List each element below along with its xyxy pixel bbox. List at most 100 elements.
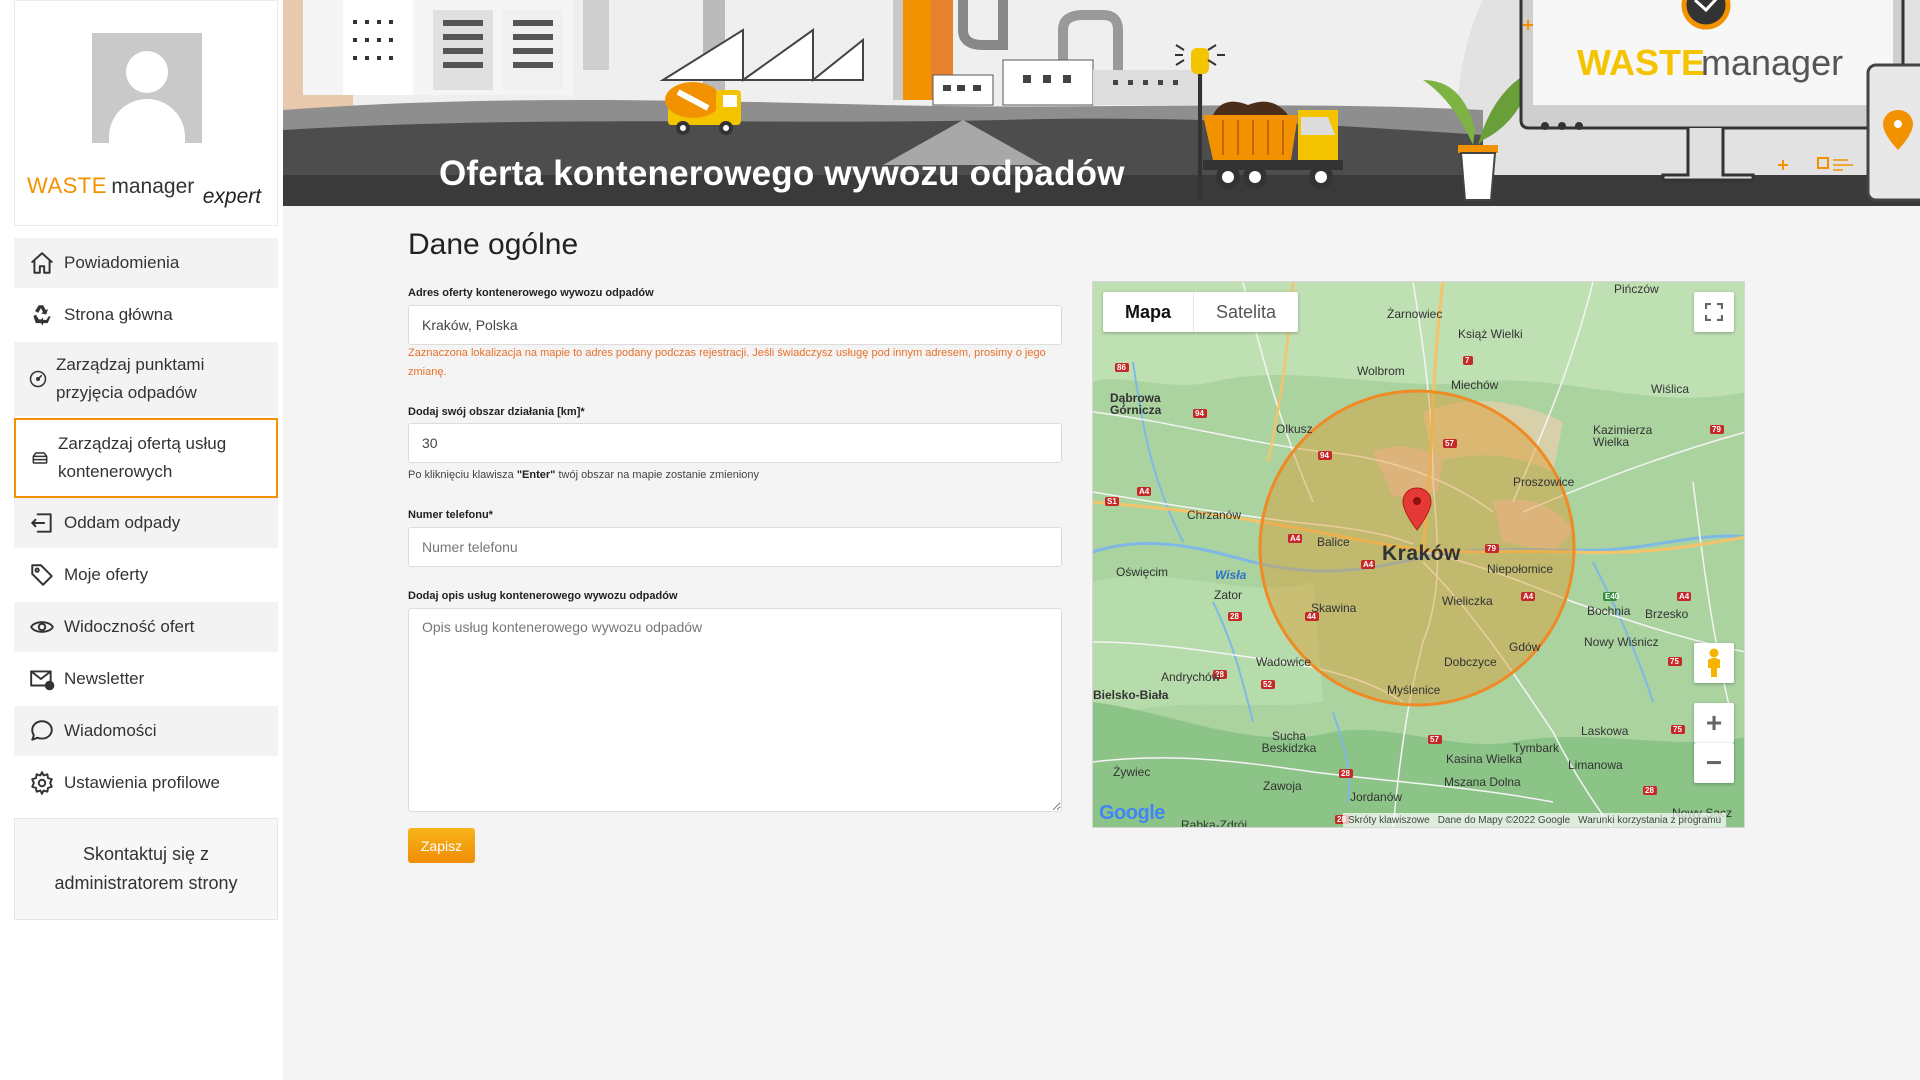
svg-text:A4: A4 xyxy=(1363,560,1374,569)
sidebar-item-label: Moje oferty xyxy=(64,565,149,584)
gear-icon xyxy=(14,770,64,796)
svg-text:28: 28 xyxy=(1645,786,1654,795)
svg-text:75: 75 xyxy=(1673,725,1682,734)
logo[interactable]: WASTE manager expert xyxy=(27,173,261,208)
keyboard-shortcuts-link[interactable]: Skróty klawiszowe xyxy=(1348,815,1430,826)
map-place-label: Kasina Wielka xyxy=(1446,752,1523,766)
map-place-label: Niepołomice xyxy=(1487,562,1554,576)
profile-card: WASTE manager expert xyxy=(14,0,278,226)
map-place-label: Książ Wielki xyxy=(1458,327,1523,341)
map-place-label: Limanowa xyxy=(1568,758,1623,772)
phone-label: Numer telefonu* xyxy=(408,509,493,521)
phone-input[interactable] xyxy=(408,527,1062,567)
svg-text:A4: A4 xyxy=(1290,534,1301,543)
svg-text:57: 57 xyxy=(1430,735,1439,744)
map-place-label: Sucha Beskidzka xyxy=(1261,729,1317,755)
svg-text:A4: A4 xyxy=(1679,592,1690,601)
zoom-out-button[interactable]: − xyxy=(1694,743,1734,783)
map-place-label: Zawoja xyxy=(1263,779,1302,793)
map-place-label: Laskowa xyxy=(1581,724,1629,738)
map-place-label: Wiślica xyxy=(1651,382,1689,396)
page-banner-title: Oferta kontenerowego wywozu odpadów xyxy=(439,154,1125,193)
sidebar: WASTE manager expert Powiadomienia Stron… xyxy=(0,0,283,1080)
fullscreen-button[interactable] xyxy=(1694,292,1734,332)
pegman-icon xyxy=(1708,648,1720,677)
address-note: Zaznaczona lokalizacja na mapie to adres… xyxy=(408,347,1046,378)
map-place-label: Żarnowiec xyxy=(1387,307,1443,321)
minus-icon: − xyxy=(1705,747,1723,778)
sidebar-item-collection-points[interactable]: Zarządzaj punktami przyjęcia odpadów xyxy=(14,342,278,418)
sidebar-item-label: Powiadomienia xyxy=(64,253,180,272)
map-type-tabs: Mapa Satelita xyxy=(1103,292,1299,332)
sidebar-item-container-offer[interactable]: Zarządzaj ofertą usług kontenerowych xyxy=(14,418,278,498)
address-input[interactable] xyxy=(408,305,1062,345)
banner-brand-manager: manager xyxy=(1701,42,1843,83)
map-attribution: Skróty klawiszowe Dane do Mapy ©2022 Goo… xyxy=(1343,813,1727,827)
svg-text:94: 94 xyxy=(1195,409,1204,418)
map-river-label: Wisła xyxy=(1215,568,1247,582)
svg-text:A4: A4 xyxy=(1139,487,1150,496)
map-place-label: Brzesko xyxy=(1645,607,1689,621)
sidebar-item-messages[interactable]: Wiadomości xyxy=(14,706,278,758)
address-label: Adres oferty kontenerowego wywozu odpadó… xyxy=(408,287,654,299)
description-label: Dodaj opis usług kontenerowego wywozu od… xyxy=(408,590,678,602)
container-icon xyxy=(16,448,58,468)
svg-text:28: 28 xyxy=(1230,612,1239,621)
svg-text:E40: E40 xyxy=(1605,592,1620,601)
save-button[interactable]: Zapisz xyxy=(408,828,475,863)
sidebar-item-label: Oddam odpady xyxy=(64,513,181,532)
radius-input[interactable] xyxy=(408,423,1062,463)
map-place-label: Kazimierza Wielka xyxy=(1593,423,1653,449)
contact-admin-card[interactable]: Skontaktuj się z administratorem strony xyxy=(14,818,278,920)
map-place-label: Bochnia xyxy=(1587,604,1631,618)
map-place-label: Dobczyce xyxy=(1444,655,1497,669)
map-place-label: Rabka-Zdrój xyxy=(1181,818,1248,828)
avatar[interactable] xyxy=(92,33,202,143)
map-place-label: Gdów xyxy=(1509,640,1541,654)
chat-bubble-icon xyxy=(14,718,64,744)
zoom-in-button[interactable]: + xyxy=(1694,703,1734,743)
sidebar-item-notifications[interactable]: Powiadomienia xyxy=(14,238,278,290)
map-place-label: Nowy Wiśnicz xyxy=(1584,635,1659,649)
header-banner: WASTE manager Oferta kontenerowego wywoz… xyxy=(283,0,1920,206)
map-place-label: Proszowice xyxy=(1513,475,1575,489)
svg-text:28: 28 xyxy=(1341,769,1350,778)
map-place-label: Olkusz xyxy=(1276,422,1313,436)
sidebar-item-home[interactable]: Strona główna xyxy=(14,290,278,342)
svg-text:86: 86 xyxy=(1117,363,1126,372)
map-place-label: Oświęcim xyxy=(1116,565,1169,579)
map-place-label: Wadowice xyxy=(1256,655,1311,669)
banner-brand-waste: WASTE xyxy=(1577,42,1705,83)
map-place-label: Wieliczka xyxy=(1442,594,1493,608)
fullscreen-icon xyxy=(1705,303,1723,321)
sidebar-item-give-away[interactable]: Oddam odpady xyxy=(14,498,278,550)
map-data-text: Dane do Mapy ©2022 Google xyxy=(1437,814,1571,826)
map-place-label: Myślenice xyxy=(1387,683,1441,697)
map-place-label: Balice xyxy=(1317,535,1350,549)
eye-icon xyxy=(14,614,64,640)
map[interactable]: 86 94 94 57 7 79 S1 A4 A4 A4 79 A4 44 28… xyxy=(1092,281,1745,828)
section-title: Dane ogólne xyxy=(408,228,579,261)
sidebar-item-label: Wiadomości xyxy=(64,721,157,740)
home-icon xyxy=(14,250,64,276)
svg-text:57: 57 xyxy=(1445,439,1454,448)
plus-icon: + xyxy=(1705,707,1723,738)
svg-text:79: 79 xyxy=(1487,544,1496,553)
svg-text:S1: S1 xyxy=(1107,497,1117,506)
sidebar-item-visibility[interactable]: Widoczność ofert xyxy=(14,602,278,654)
sidebar-item-newsletter[interactable]: Newsletter xyxy=(14,654,278,706)
map-place-label: Chrzanów xyxy=(1187,508,1242,522)
gauge-icon xyxy=(14,369,56,389)
terms-link[interactable]: Warunki korzystania z programu xyxy=(1578,815,1721,826)
map-place-label: Andrychów xyxy=(1161,670,1221,684)
sidebar-item-my-offers[interactable]: Moje oferty xyxy=(14,550,278,602)
map-tab-map[interactable]: Mapa xyxy=(1103,292,1193,332)
sidebar-item-settings[interactable]: Ustawienia profilowe xyxy=(14,758,278,810)
map-place-label: Skawina xyxy=(1311,601,1357,615)
map-place-label: Miechów xyxy=(1451,378,1499,392)
street-view-button[interactable] xyxy=(1694,643,1734,683)
description-textarea[interactable] xyxy=(408,608,1062,812)
google-logo: Google xyxy=(1099,802,1165,824)
sidebar-item-label: Zarządzaj ofertą usług kontenerowych xyxy=(58,434,227,481)
map-tab-satellite[interactable]: Satelita xyxy=(1193,292,1298,332)
